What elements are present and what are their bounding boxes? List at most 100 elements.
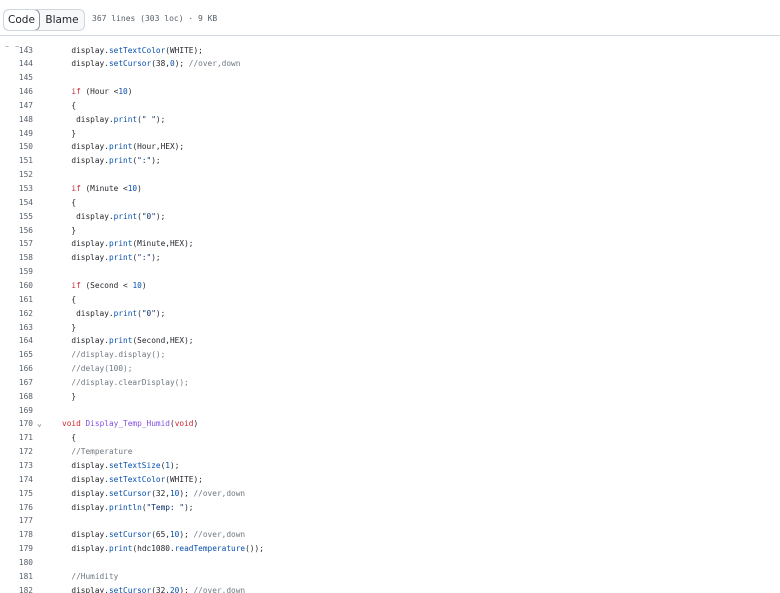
line-number[interactable]: 164 — [0, 334, 33, 347]
code-token: display. — [62, 585, 109, 593]
line-number[interactable]: 147 — [0, 99, 33, 112]
line-number[interactable]: 172 — [0, 445, 33, 458]
line-number[interactable]: 166 — [0, 362, 33, 375]
line-number[interactable]: 170 — [0, 417, 33, 430]
view-mode-toggle: Code Blame — [3, 9, 85, 31]
code-line: 170 ⌄ void Display_Temp_Humid(void) — [0, 417, 780, 430]
code-token: } — [62, 225, 77, 235]
code-token: ":" — [137, 253, 152, 263]
line-number[interactable]: 162 — [0, 307, 33, 320]
code-line: 165 //display.display(); — [0, 348, 780, 361]
code-token: display. — [62, 308, 114, 318]
line-number[interactable]: 181 — [0, 570, 33, 583]
code-token: readTemperature — [174, 544, 246, 554]
line-number[interactable]: 176 — [0, 501, 33, 514]
line-number[interactable]: 151 — [0, 154, 33, 167]
line-number[interactable]: 171 — [0, 431, 33, 444]
line-number[interactable]: 178 — [0, 528, 33, 541]
line-number[interactable]: 146 — [0, 85, 33, 98]
code-line: 156 } — [0, 224, 780, 237]
line-number[interactable]: 150 — [0, 140, 33, 153]
line-code: display.print(Hour,HEX); — [62, 140, 184, 153]
code-view-button[interactable]: Code — [4, 10, 40, 30]
code-line: 168 } — [0, 390, 780, 403]
line-number[interactable]: 163 — [0, 321, 33, 334]
line-number[interactable]: 156 — [0, 224, 33, 237]
line-number[interactable]: 161 — [0, 293, 33, 306]
code-token: //over,down — [193, 585, 246, 593]
code-token: Display_Temp_Humid — [85, 419, 170, 429]
code-line: 162 display.print("0"); — [0, 307, 780, 320]
code-line: 179 display.print(hdc1080.readTemperatur… — [0, 542, 780, 555]
line-code: display.print("0"); — [62, 307, 165, 320]
line-number[interactable]: 177 — [0, 514, 33, 527]
code-token: setTextColor — [108, 474, 166, 484]
line-number[interactable]: 169 — [0, 404, 33, 417]
code-token: display. — [62, 142, 109, 152]
line-number[interactable]: 167 — [0, 376, 33, 389]
line-number[interactable]: 180 — [0, 556, 33, 569]
line-number[interactable]: 149 — [0, 127, 33, 140]
line-number[interactable]: 174 — [0, 473, 33, 486]
line-number[interactable]: 158 — [0, 251, 33, 264]
line-code: //delay(100); — [62, 362, 132, 375]
chevron-down-icon[interactable]: ⌄ — [37, 417, 47, 430]
line-number[interactable]: 165 — [0, 348, 33, 361]
code-line: 157 display.print(Minute,HEX); — [0, 237, 780, 250]
line-number[interactable]: 145 — [0, 71, 33, 84]
code-token: ); — [174, 59, 189, 69]
code-line: 181 //Humidity — [0, 570, 780, 583]
code-token: (Minute < — [85, 184, 128, 193]
line-number[interactable]: 154 — [0, 196, 33, 209]
line-number[interactable]: 159 — [0, 265, 33, 278]
code-token: (Second < — [85, 280, 133, 290]
code-token: display. — [62, 474, 109, 484]
line-code: display.setCursor(38,0); //over,down — [62, 57, 240, 70]
code-token: (Hour < — [85, 87, 119, 97]
code-token: } — [62, 128, 77, 138]
code-token: ); — [151, 156, 161, 166]
code-token: print — [108, 336, 133, 346]
code-token: (WHITE); — [165, 474, 203, 484]
code-token: { — [62, 197, 77, 207]
code-line: 160 if (Second < 10) — [0, 279, 780, 292]
code-line: 177 — [0, 514, 780, 527]
line-number[interactable]: 173 — [0, 459, 33, 472]
line-code: { — [62, 99, 76, 112]
code-token: ); — [151, 253, 161, 263]
code-line: 172 //Temperature — [0, 445, 780, 458]
code-token: " " — [141, 114, 156, 124]
line-number[interactable]: 144 — [0, 57, 33, 70]
code-token: 10 — [169, 488, 180, 498]
code-token: //display.clearDisplay(); — [62, 377, 189, 387]
code-token: { — [62, 433, 77, 443]
code-line: 176 display.println("Temp: "); — [0, 501, 780, 514]
code-line: 149 } — [0, 127, 780, 140]
sticky-scope-header[interactable]: 119 void DisplayTime() — [0, 36, 780, 47]
line-code: display.setCursor(65,10); //over,down — [62, 528, 245, 541]
code-line: 151 display.print(":"); — [0, 154, 780, 167]
code-token: setCursor — [108, 585, 152, 593]
blame-view-button[interactable]: Blame — [40, 10, 84, 30]
code-token: ) — [141, 280, 147, 290]
line-code: display.setCursor(32,10); //over,down — [62, 487, 245, 500]
code-token: 20 — [169, 585, 180, 593]
code-token: display. — [62, 156, 109, 166]
line-number[interactable]: 175 — [0, 487, 33, 500]
line-number[interactable]: 155 — [0, 210, 33, 223]
code-line: 144 display.setCursor(38,0); //over,down — [0, 57, 780, 70]
line-number[interactable]: 157 — [0, 237, 33, 250]
line-number[interactable]: 148 — [0, 113, 33, 126]
line-number[interactable]: 179 — [0, 542, 33, 555]
code-line: 167 //display.clearDisplay(); — [0, 376, 780, 389]
line-number[interactable]: 182 — [0, 584, 33, 593]
code-line: 182 display.setCursor(32,20); //over,dow… — [0, 584, 780, 593]
line-number[interactable]: 168 — [0, 390, 33, 403]
code-token: display. — [62, 544, 109, 554]
code-token: ); — [179, 585, 194, 593]
code-token: display. — [62, 488, 109, 498]
line-number[interactable]: 160 — [0, 279, 33, 292]
code-token: ) — [127, 87, 133, 97]
line-number[interactable]: 152 — [0, 168, 33, 181]
line-number[interactable]: 153 — [0, 182, 33, 195]
